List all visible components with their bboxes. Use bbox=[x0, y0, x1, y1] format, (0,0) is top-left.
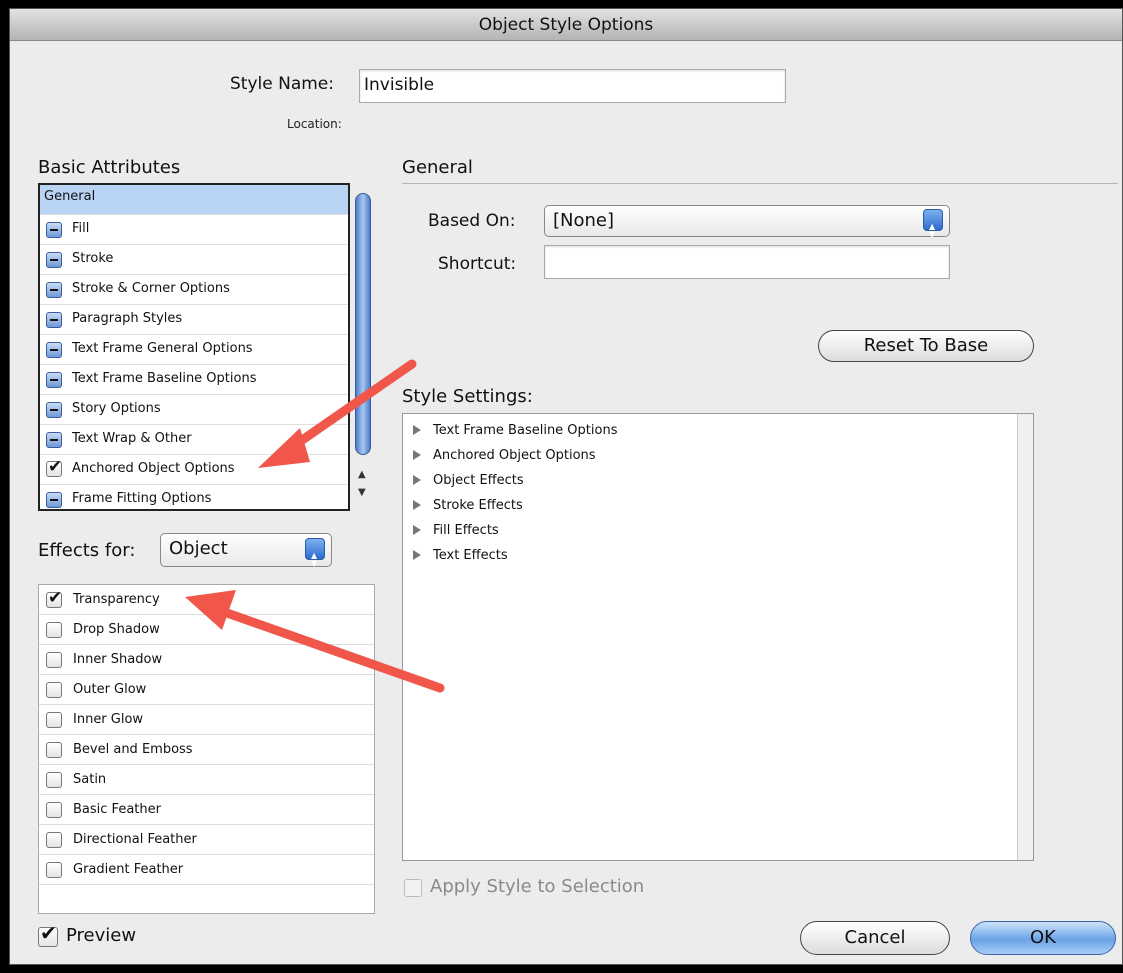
annotation-arrows bbox=[185, 359, 445, 693]
arrow-icon bbox=[258, 359, 417, 468]
arrow-icon bbox=[185, 590, 445, 693]
